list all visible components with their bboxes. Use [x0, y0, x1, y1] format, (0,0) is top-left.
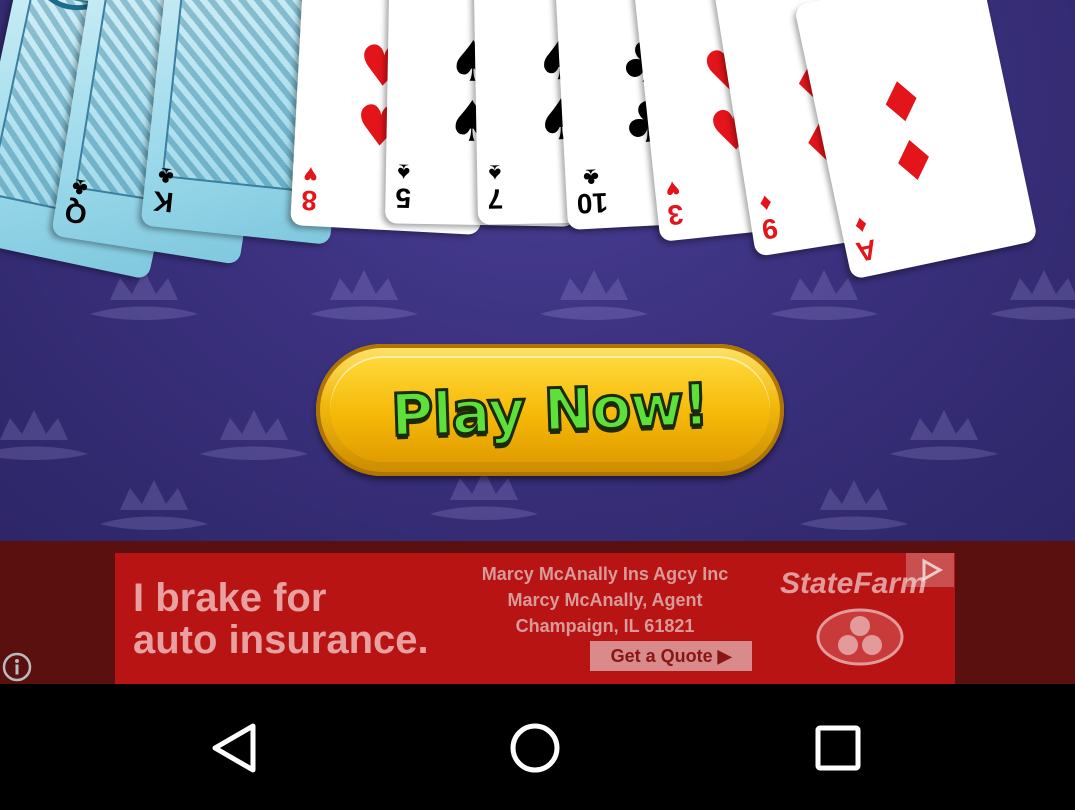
spades-icon: ♠ — [397, 158, 411, 186]
ad-brand-name: StateFarm — [780, 567, 927, 600]
ad-headline-line1: I brake for — [133, 576, 327, 620]
diamonds-icon: ♦ — [757, 188, 774, 218]
ad-get-quote-button[interactable]: Get a Quote ▶ — [590, 641, 752, 671]
card-corner-index: 10 ♣ — [575, 163, 609, 220]
card-corner-index: A ♦ — [849, 210, 879, 268]
card-corner-index: 9 ♦ — [756, 188, 780, 246]
ad-agent-name: Marcy McAnally, Agent — [507, 590, 703, 610]
card-corner-index: 5 ♠ — [395, 158, 412, 214]
ad-headline: I brake for auto insurance. — [133, 577, 429, 661]
spades-icon: ♠ — [488, 159, 502, 187]
card-corner-index: K ♣ — [151, 161, 178, 219]
card-rank: 9 — [759, 212, 780, 246]
ad-location: Champaign, IL 61821 — [515, 616, 695, 636]
card-rank: 3 — [666, 198, 685, 231]
play-now-label: Play Now! — [389, 369, 711, 451]
card-corner-index: 3 ♥ — [664, 174, 685, 231]
play-now-button[interactable]: Play Now! — [316, 344, 784, 476]
recents-square-icon[interactable] — [806, 716, 870, 780]
card-rank: K — [151, 185, 175, 219]
hearts-icon: ♥ — [664, 174, 682, 204]
statefarm-logo-icon — [816, 608, 904, 666]
card-rank: 10 — [575, 186, 609, 220]
card-corner-index: 7 ♠ — [487, 159, 504, 215]
ad-headline-line2: auto insurance. — [133, 618, 429, 662]
card-rank: 8 — [300, 184, 318, 217]
info-icon[interactable] — [2, 652, 32, 682]
clubs-icon: ♣ — [582, 163, 600, 192]
card-corner-index: Q ♣ — [63, 172, 93, 230]
home-circle-icon[interactable] — [503, 716, 567, 780]
ad-agency-name: Marcy McAnally Ins Agcy Inc — [481, 564, 729, 584]
card-rank: 5 — [395, 182, 412, 214]
ad-banner[interactable]: I brake for auto insurance. Marcy McAnal… — [115, 553, 955, 684]
diamonds-icon: ♦ — [852, 210, 870, 240]
screen: J♣Q♣K♣♥♥8♥♠♠5♠♠♠7♠♣♣10♣♥♥3♥♦♦9♦♦♦A♦ Play… — [0, 0, 1075, 810]
diamonds-pip-icon: ♦ — [870, 66, 933, 141]
clubs-icon: ♣ — [69, 172, 90, 203]
card-rank: 7 — [487, 183, 504, 215]
clubs-icon: ♣ — [156, 161, 176, 191]
card-corner-index: 8 ♥ — [300, 160, 319, 217]
system-nav-bar — [0, 684, 1075, 810]
hearts-icon: ♥ — [302, 160, 319, 189]
ad-agent-info: Marcy McAnally Ins Agcy Inc Marcy McAnal… — [445, 561, 765, 639]
ad-choices-icon[interactable] — [906, 553, 954, 587]
diamonds-pip-icon: ♦ — [882, 124, 946, 199]
game-table: J♣Q♣K♣♥♥8♥♠♠5♠♠♠7♠♣♣10♣♥♥3♥♦♦9♦♦♦A♦ Play… — [0, 0, 1075, 541]
back-triangle-icon[interactable] — [203, 716, 267, 780]
